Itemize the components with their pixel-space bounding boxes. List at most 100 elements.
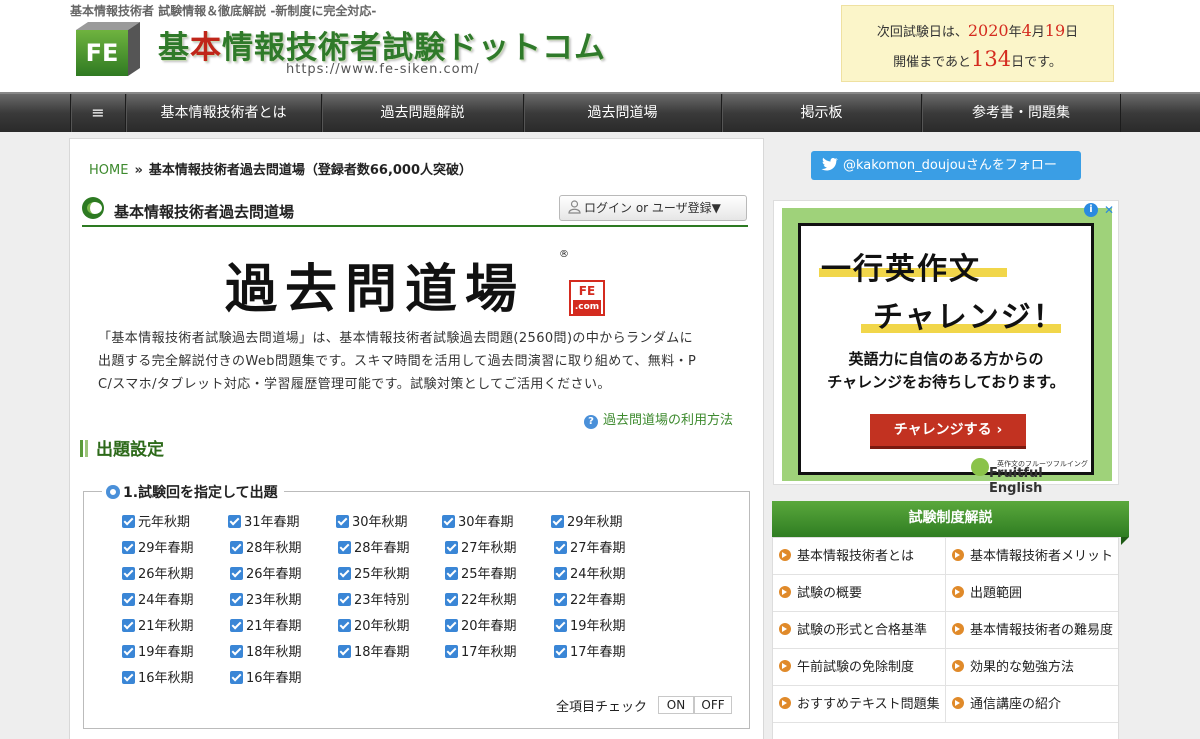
exam-checkbox[interactable]: 29年春期 — [122, 540, 194, 558]
sidebar-item[interactable]: 効果的な勉強方法 — [946, 649, 1118, 686]
ad-card[interactable]: 一行英作文 チャレンジ！ 英語力に自信のある方からの チャレンジをお待ちしており… — [798, 223, 1094, 496]
check-all-off-button[interactable]: OFF — [694, 696, 732, 714]
checkbox-checked-icon[interactable] — [445, 593, 458, 606]
sidebar-item[interactable]: 午前試験の免除制度 — [773, 649, 946, 686]
breadcrumb-home-link[interactable]: HOME — [89, 163, 128, 178]
checkbox-checked-icon[interactable] — [122, 671, 135, 684]
howto-link[interactable]: ? 過去問道場の利用方法 — [584, 409, 733, 429]
exam-checkbox[interactable]: 21年春期 — [230, 618, 302, 636]
checkbox-checked-icon[interactable] — [230, 645, 243, 658]
nav-item-about[interactable]: 基本情報技術者とは — [125, 94, 321, 132]
checkbox-checked-icon[interactable] — [338, 567, 351, 580]
exam-checkbox[interactable]: 17年春期 — [554, 644, 626, 662]
checkbox-checked-icon[interactable] — [554, 619, 567, 632]
sidebar-item[interactable]: 出題範囲 — [946, 575, 1118, 612]
ad-banner[interactable]: 一行英作文 チャレンジ！ 英語力に自信のある方からの チャレンジをお待ちしており… — [773, 200, 1119, 496]
dojo-logo: 過去問道場 ® FE .com — [225, 247, 615, 320]
checkbox-checked-icon[interactable] — [338, 541, 351, 554]
checkbox-checked-icon[interactable] — [122, 567, 135, 580]
fe-cube-logo-icon[interactable]: FE — [70, 20, 146, 78]
site-logo-text[interactable]: 基本情報技術者試験ドットコム — [158, 22, 606, 67]
exam-checkbox[interactable]: 26年春期 — [230, 566, 302, 584]
exam-checkbox[interactable]: 25年春期 — [445, 566, 517, 584]
exam-checkbox[interactable]: 22年秋期 — [445, 592, 517, 610]
arrow-circle-icon — [952, 549, 964, 561]
ad-close-icon[interactable]: ✕ — [1102, 203, 1116, 217]
exam-selection-legend[interactable]: 1.試験回を指定して出題 — [102, 482, 284, 502]
sidebar-item[interactable]: おすすめテキスト問題集 — [773, 686, 946, 723]
checkbox-checked-icon[interactable] — [554, 593, 567, 606]
exam-checkbox[interactable]: 19年春期 — [122, 644, 194, 662]
checkbox-checked-icon[interactable] — [122, 541, 135, 554]
checkbox-checked-icon[interactable] — [338, 593, 351, 606]
nav-item-books[interactable]: 参考書・問題集 — [921, 94, 1121, 132]
checkbox-checked-icon[interactable] — [554, 541, 567, 554]
exam-checkbox[interactable]: 20年秋期 — [338, 618, 410, 636]
exam-checkbox[interactable]: 16年春期 — [230, 670, 302, 688]
sidebar-item[interactable]: 試験の概要 — [773, 575, 946, 612]
sidebar-item[interactable]: 基本情報技術者メリット — [946, 538, 1118, 575]
checkbox-checked-icon[interactable] — [445, 645, 458, 658]
exam-checkbox[interactable]: 18年秋期 — [230, 644, 302, 662]
exam-checkbox[interactable]: 27年秋期 — [445, 540, 517, 558]
sidebar-item[interactable]: 試験の形式と合格基準 — [773, 612, 946, 649]
exam-checkbox[interactable]: 元年秋期 — [122, 514, 190, 532]
checkbox-checked-icon[interactable] — [230, 567, 243, 580]
sidebar-item[interactable]: 基本情報技術者とは — [773, 538, 946, 575]
exam-checkbox[interactable]: 19年秋期 — [554, 618, 626, 636]
exam-checkbox[interactable]: 28年秋期 — [230, 540, 302, 558]
exam-checkbox[interactable]: 26年秋期 — [122, 566, 194, 584]
checkbox-checked-icon[interactable] — [122, 645, 135, 658]
nav-item-bbs[interactable]: 掲示板 — [721, 94, 921, 132]
nav-item-past-exams[interactable]: 過去問題解説 — [321, 94, 523, 132]
checkbox-checked-icon[interactable] — [228, 515, 241, 528]
exam-checkbox[interactable]: 31年春期 — [228, 514, 300, 532]
checkbox-checked-icon[interactable] — [122, 593, 135, 606]
checkbox-checked-icon[interactable] — [445, 541, 458, 554]
radio-selected-icon[interactable] — [106, 485, 120, 499]
checkbox-checked-icon[interactable] — [122, 515, 135, 528]
exam-checkbox[interactable]: 20年春期 — [445, 618, 517, 636]
check-all-on-button[interactable]: ON — [658, 696, 694, 714]
exam-selection-group: 1.試験回を指定して出題 元年秋期 31年春期 30年秋期 30年春期 29年秋… — [83, 482, 750, 729]
exam-checkbox[interactable]: 24年春期 — [122, 592, 194, 610]
checkbox-checked-icon[interactable] — [336, 515, 349, 528]
exam-checkbox[interactable]: 30年春期 — [442, 514, 514, 532]
ad-challenge-button[interactable]: チャレンジする › — [870, 414, 1026, 446]
exam-checkbox[interactable]: 21年秋期 — [122, 618, 194, 636]
exam-checkbox[interactable]: 28年春期 — [338, 540, 410, 558]
exam-checkbox[interactable]: 30年秋期 — [336, 514, 408, 532]
checkbox-checked-icon[interactable] — [445, 619, 458, 632]
exam-checkbox[interactable]: 24年秋期 — [554, 566, 626, 584]
breadcrumb-current: 基本情報技術者過去問道場（登録者数66,000人突破） — [148, 163, 473, 178]
checkbox-checked-icon[interactable] — [230, 671, 243, 684]
main-content: HOME » 基本情報技術者過去問道場（登録者数66,000人突破） 基本情報技術者… — [69, 138, 764, 739]
exam-checkbox[interactable]: 22年春期 — [554, 592, 626, 610]
exam-checkbox[interactable]: 18年春期 — [338, 644, 410, 662]
checkbox-checked-icon[interactable] — [230, 619, 243, 632]
checkbox-checked-icon[interactable] — [122, 619, 135, 632]
exam-checkbox[interactable]: 17年秋期 — [445, 644, 517, 662]
exam-checkbox[interactable]: 25年秋期 — [338, 566, 410, 584]
nav-item-dojo[interactable]: 過去問道場 — [523, 94, 721, 132]
checkbox-checked-icon[interactable] — [442, 515, 455, 528]
menu-icon[interactable]: ≡ — [70, 94, 125, 132]
exam-checkbox[interactable]: 27年春期 — [554, 540, 626, 558]
checkbox-checked-icon[interactable] — [338, 645, 351, 658]
checkbox-checked-icon[interactable] — [554, 645, 567, 658]
checkbox-checked-icon[interactable] — [554, 567, 567, 580]
ad-info-icon[interactable]: i — [1084, 203, 1098, 217]
checkbox-checked-icon[interactable] — [230, 541, 243, 554]
checkbox-checked-icon[interactable] — [338, 619, 351, 632]
checkbox-checked-icon[interactable] — [445, 567, 458, 580]
twitter-follow-button[interactable]: @kakomon_doujouさんをフォロー — [811, 151, 1081, 180]
exam-checkbox[interactable]: 23年秋期 — [230, 592, 302, 610]
sidebar-item[interactable]: 通信講座の紹介 — [946, 686, 1118, 723]
login-register-button[interactable]: ログイン or ユーザ登録▼ — [559, 195, 747, 221]
exam-checkbox[interactable]: 23年特別 — [338, 592, 410, 610]
checkbox-checked-icon[interactable] — [551, 515, 564, 528]
checkbox-checked-icon[interactable] — [230, 593, 243, 606]
exam-checkbox[interactable]: 16年秋期 — [122, 670, 194, 688]
sidebar-item[interactable]: 基本情報技術者の難易度 — [946, 612, 1118, 649]
exam-checkbox[interactable]: 29年秋期 — [551, 514, 623, 532]
